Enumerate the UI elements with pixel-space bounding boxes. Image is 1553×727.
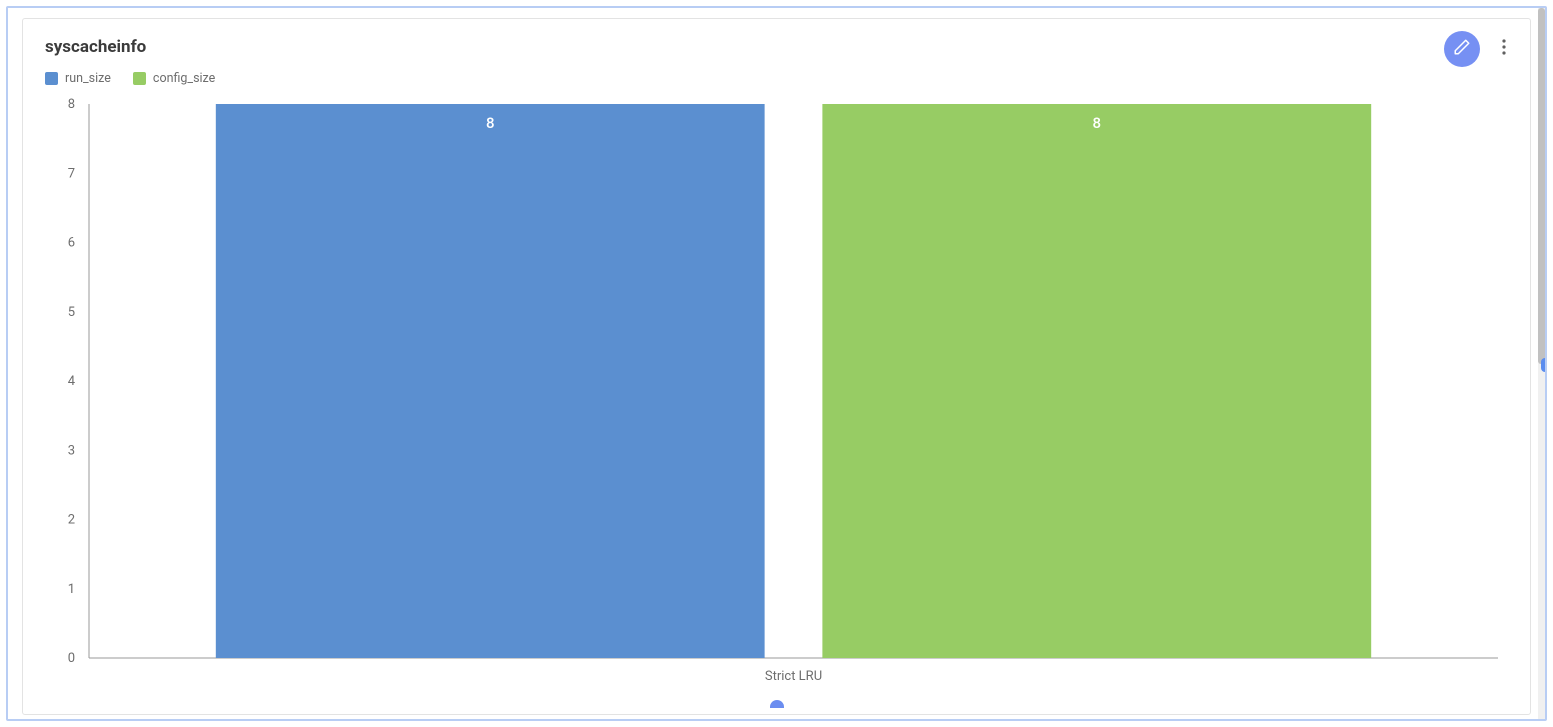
svg-text:8: 8	[1093, 114, 1102, 132]
edit-button[interactable]	[1444, 31, 1480, 67]
svg-text:5: 5	[68, 305, 75, 320]
bar-chart-svg: 0 1 2 3 4 5 6 7 8 8 8 Strict LRU	[45, 98, 1508, 692]
svg-text:7: 7	[68, 166, 75, 181]
legend-item-config-size[interactable]: config_size	[133, 71, 215, 86]
scrollbar-vertical[interactable]	[1538, 8, 1545, 719]
svg-text:0: 0	[68, 651, 75, 666]
more-button[interactable]	[1494, 34, 1514, 64]
svg-text:2: 2	[68, 513, 75, 528]
svg-text:3: 3	[68, 443, 75, 458]
scrollbar-knob[interactable]	[1541, 358, 1547, 372]
more-vertical-icon	[1502, 39, 1506, 60]
chart-card: syscacheinfo	[22, 18, 1531, 715]
chart-plot: 0 1 2 3 4 5 6 7 8 8 8 Strict LRU	[45, 98, 1508, 692]
scrollbar-thumb[interactable]	[1538, 8, 1545, 364]
legend-label: config_size	[153, 71, 215, 86]
svg-text:6: 6	[68, 236, 75, 251]
pencil-icon	[1453, 38, 1471, 60]
swatch-config-size	[133, 72, 146, 85]
svg-text:4: 4	[68, 374, 76, 389]
slider-handle-icon[interactable]	[770, 700, 784, 708]
panel-border: syscacheinfo	[6, 6, 1547, 721]
svg-text:8: 8	[486, 114, 495, 132]
chart-title: syscacheinfo	[45, 37, 1508, 57]
header-actions	[1444, 31, 1514, 67]
range-slider[interactable]	[45, 696, 1508, 704]
bar-config_size[interactable]	[822, 104, 1371, 658]
card-header: syscacheinfo	[45, 37, 1508, 57]
swatch-run-size	[45, 72, 58, 85]
legend: run_size config_size	[45, 71, 1508, 86]
legend-item-run-size[interactable]: run_size	[45, 71, 111, 86]
bar-run_size[interactable]	[216, 104, 765, 658]
svg-text:8: 8	[68, 98, 75, 112]
legend-label: run_size	[65, 71, 111, 86]
svg-text:1: 1	[68, 582, 75, 597]
svg-text:Strict LRU: Strict LRU	[765, 669, 822, 684]
